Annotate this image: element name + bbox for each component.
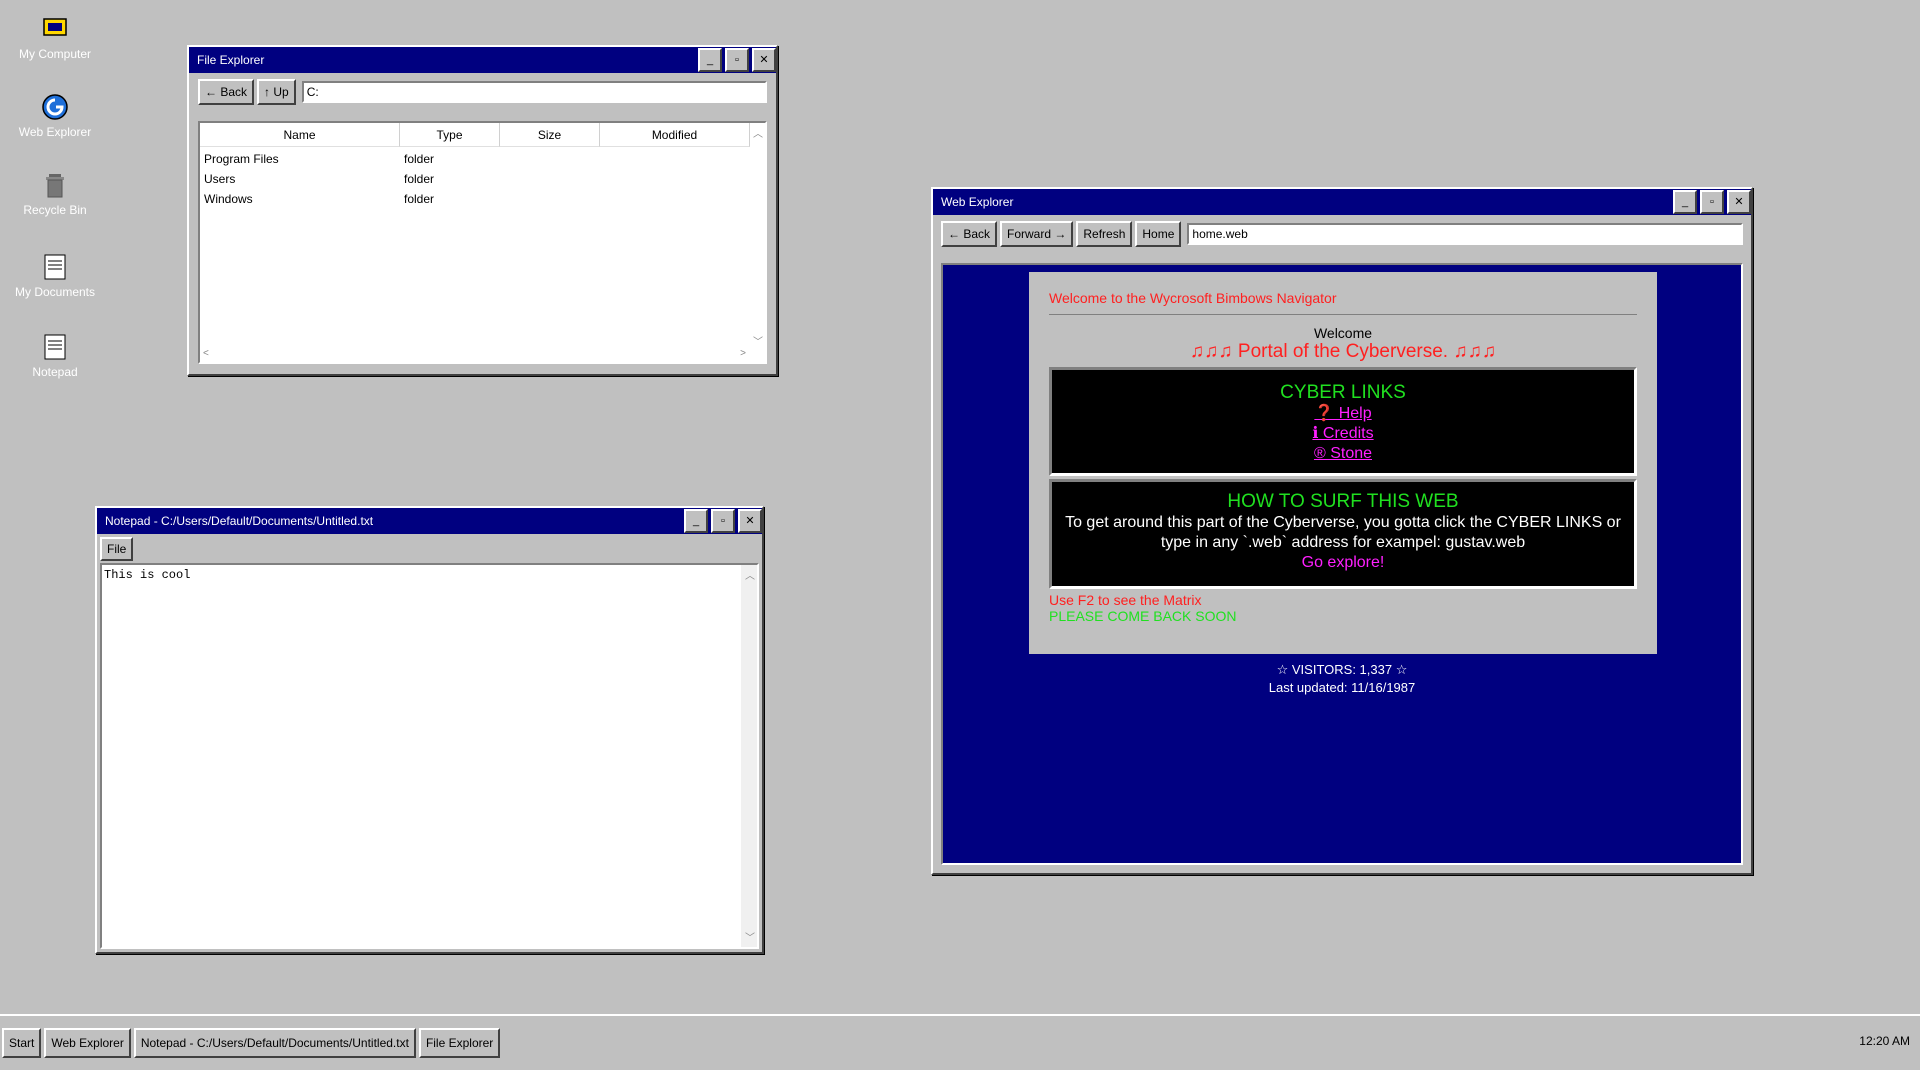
taskbar-clock: 12:20 AM xyxy=(1859,1034,1910,1048)
maximize-button[interactable]: ▫ xyxy=(1700,190,1724,214)
minimize-button[interactable]: _ xyxy=(684,509,708,533)
visitor-counter: ☆ VISITORS: 1,337 ☆ xyxy=(1276,662,1408,677)
file-name: Program Files xyxy=(204,152,279,166)
help-link[interactable]: ❓ Help xyxy=(1052,404,1634,424)
file-name: Windows xyxy=(204,192,253,206)
file-explorer-window: File Explorer _ ▫ ✕ ← Back ↑ Up C: Name … xyxy=(187,45,778,376)
file-type: folder xyxy=(404,192,435,206)
scroll-up-icon[interactable]: ︿ xyxy=(753,125,763,140)
forward-button[interactable]: Forward → xyxy=(1000,221,1074,247)
scroll-right-icon[interactable]: > xyxy=(740,348,746,359)
horizontal-scrollbar[interactable]: < > xyxy=(200,348,749,362)
credits-link[interactable]: ℹ Credits xyxy=(1052,424,1634,444)
last-updated: Last updated: 11/16/1987 xyxy=(1268,680,1416,695)
cyber-links-box: CYBER LINKS ❓ Help ℹ Credits ® Stone xyxy=(1049,367,1637,476)
surf-title: HOW TO SURF THIS WEB xyxy=(1227,491,1459,512)
page-heading: Welcome to the Wycrosoft Bimbows Navigat… xyxy=(1049,290,1637,315)
desktop-icon-recycle-bin[interactable]: Recycle Bin xyxy=(12,170,98,218)
maximize-button[interactable]: ▫ xyxy=(725,48,749,72)
address-bar[interactable]: home.web xyxy=(1187,223,1743,245)
file-menu[interactable]: File xyxy=(100,537,134,561)
taskbar-item-web-explorer[interactable]: Web Explorer xyxy=(44,1028,131,1058)
desktop-icon-label: Web Explorer xyxy=(18,125,92,139)
start-button[interactable]: Start xyxy=(2,1028,42,1058)
vertical-scrollbar[interactable]: ︿ ﹀ xyxy=(749,123,765,362)
column-header-name[interactable]: Name xyxy=(200,123,400,147)
surf-text: To get around this part of the Cybervers… xyxy=(1065,514,1621,551)
column-header-size[interactable]: Size xyxy=(500,123,600,147)
matrix-hint: Use F2 to see the Matrix xyxy=(1049,592,1202,608)
home-button[interactable]: Home xyxy=(1135,221,1182,247)
refresh-button[interactable]: Refresh xyxy=(1076,221,1133,247)
taskbar: Start Web Explorer Notepad - C:/Users/De… xyxy=(0,1014,1920,1070)
minimize-button[interactable]: _ xyxy=(698,48,722,72)
welcome-text: Welcome xyxy=(1313,325,1373,341)
scroll-down-icon[interactable]: ﹀ xyxy=(745,929,755,945)
file-type: folder xyxy=(404,172,435,186)
file-list: Name Type Size Modified Program Files fo… xyxy=(198,121,767,364)
notepad-window: Notepad - C:/Users/Default/Documents/Unt… xyxy=(95,506,764,954)
desktop-icon-my-documents[interactable]: My Documents xyxy=(12,252,98,300)
page-footer: ☆ VISITORS: 1,337 ☆ Last updated: 11/16/… xyxy=(943,661,1741,697)
close-button[interactable]: ✕ xyxy=(1727,190,1751,214)
desktop-icon-label: Recycle Bin xyxy=(23,203,87,217)
come-back-text: PLEASE COME BACK SOON xyxy=(1049,608,1237,624)
window-title: File Explorer xyxy=(197,53,265,67)
stone-link[interactable]: ® Stone xyxy=(1052,444,1634,464)
taskbar-item-file-explorer[interactable]: File Explorer xyxy=(418,1028,501,1058)
notepad-content: This is cool xyxy=(104,568,191,582)
file-row[interactable]: Program Files folder xyxy=(200,149,765,169)
vertical-scrollbar[interactable]: ︿ ﹀ xyxy=(741,565,757,947)
close-button[interactable]: ✕ xyxy=(752,48,776,72)
recycle-bin-icon xyxy=(46,174,64,198)
file-name: Users xyxy=(204,172,236,186)
desktop-icon-label: Notepad xyxy=(32,365,78,379)
up-button[interactable]: ↑ Up xyxy=(257,79,296,105)
scroll-down-icon[interactable]: ﹀ xyxy=(753,333,763,348)
column-header-modified[interactable]: Modified xyxy=(600,123,750,147)
minimize-button[interactable]: _ xyxy=(1673,190,1697,214)
cyber-links-title: CYBER LINKS xyxy=(1280,382,1406,403)
web-explorer-titlebar[interactable]: Web Explorer _ ▫ ✕ xyxy=(933,189,1751,215)
document-icon xyxy=(44,254,66,280)
scroll-left-icon[interactable]: < xyxy=(203,348,209,359)
column-header-type[interactable]: Type xyxy=(400,123,500,147)
notepad-text-area[interactable]: This is cool ︿ ﹀ xyxy=(100,563,759,949)
path-input[interactable]: C: xyxy=(301,81,767,103)
back-button[interactable]: ← Back xyxy=(941,221,998,247)
taskbar-item-notepad[interactable]: Notepad - C:/Users/Default/Documents/Unt… xyxy=(133,1028,416,1058)
desktop-icon-label: My Documents xyxy=(14,285,96,299)
browser-toolbar: ← Back Forward → Refresh Home home.web xyxy=(933,215,1751,253)
file-list-header: Name Type Size Modified xyxy=(200,123,765,147)
notepad-titlebar[interactable]: Notepad - C:/Users/Default/Documents/Unt… xyxy=(97,508,762,534)
file-row[interactable]: Users folder xyxy=(200,169,765,189)
file-type: folder xyxy=(404,152,435,166)
file-explorer-titlebar[interactable]: File Explorer _ ▫ ✕ xyxy=(189,47,776,73)
web-page-card: Welcome to the Wycrosoft Bimbows Navigat… xyxy=(1029,272,1657,654)
web-explorer-window: Web Explorer _ ▫ ✕ ← Back Forward → Refr… xyxy=(931,187,1753,875)
window-title: Web Explorer xyxy=(941,195,1014,209)
file-explorer-toolbar: ← Back ↑ Up C: xyxy=(189,73,776,111)
maximize-button[interactable]: ▫ xyxy=(711,509,735,533)
desktop-icon-notepad[interactable]: Notepad xyxy=(12,332,98,380)
portal-title: ♫♫♫ Portal of the Cyberverse. ♫♫♫ xyxy=(1189,341,1497,362)
file-row[interactable]: Windows folder xyxy=(200,189,765,209)
desktop-icon-label: My Computer xyxy=(18,47,92,61)
web-page-view: Welcome to the Wycrosoft Bimbows Navigat… xyxy=(941,263,1743,865)
back-button[interactable]: ← Back xyxy=(198,79,255,105)
notepad-icon xyxy=(44,334,66,360)
notepad-menubar: File xyxy=(97,534,762,563)
desktop-icon-web-explorer[interactable]: Web Explorer xyxy=(12,92,98,140)
computer-icon xyxy=(43,18,67,36)
desktop-icon-my-computer[interactable]: My Computer xyxy=(12,14,98,62)
surf-instructions-box: HOW TO SURF THIS WEB To get around this … xyxy=(1049,479,1637,589)
window-title: Notepad - C:/Users/Default/Documents/Unt… xyxy=(105,514,374,528)
scroll-up-icon[interactable]: ︿ xyxy=(745,567,755,583)
close-button[interactable]: ✕ xyxy=(738,509,762,533)
web-explorer-icon xyxy=(42,94,68,120)
go-explore-text: Go explore! xyxy=(1301,554,1385,571)
